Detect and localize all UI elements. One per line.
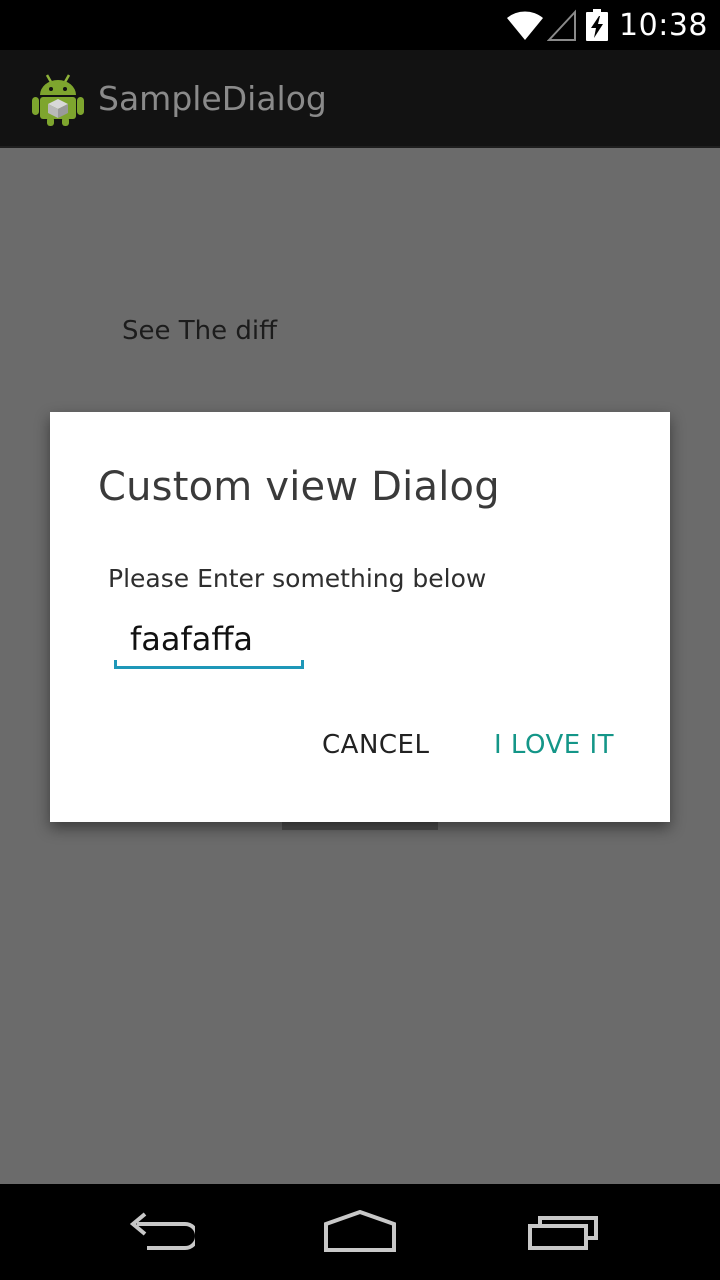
- recent-apps-button[interactable]: [518, 1206, 608, 1258]
- status-time: 10:38: [619, 7, 708, 43]
- android-app-icon: [32, 74, 84, 126]
- content-text: See The diff: [122, 316, 278, 346]
- screen: 10:38 SampleDialog See The diff Custom v…: [0, 0, 720, 1280]
- action-bar: SampleDialog: [0, 50, 720, 148]
- recent-apps-icon: [528, 1216, 598, 1250]
- back-icon: [129, 1212, 195, 1250]
- dialog-message: Please Enter something below: [108, 564, 487, 593]
- signal-icon: [547, 9, 577, 41]
- home-icon: [324, 1210, 396, 1252]
- wifi-icon: [507, 11, 544, 40]
- custom-view-dialog: Custom view Dialog Please Enter somethin…: [50, 412, 670, 822]
- navigation-bar: [0, 1184, 720, 1280]
- home-button[interactable]: [315, 1206, 405, 1258]
- i-love-it-button[interactable]: I LOVE IT: [494, 730, 614, 760]
- dialog-title: Custom view Dialog: [98, 464, 500, 510]
- back-button[interactable]: [114, 1206, 204, 1258]
- cancel-button[interactable]: CANCEL: [322, 730, 429, 760]
- dialog-text-input[interactable]: [114, 608, 304, 670]
- text-input-underline: [114, 660, 304, 669]
- status-icons: 10:38: [505, 0, 708, 50]
- app-title: SampleDialog: [98, 78, 327, 118]
- status-bar: 10:38: [0, 0, 720, 50]
- battery-charging-icon: [586, 9, 609, 41]
